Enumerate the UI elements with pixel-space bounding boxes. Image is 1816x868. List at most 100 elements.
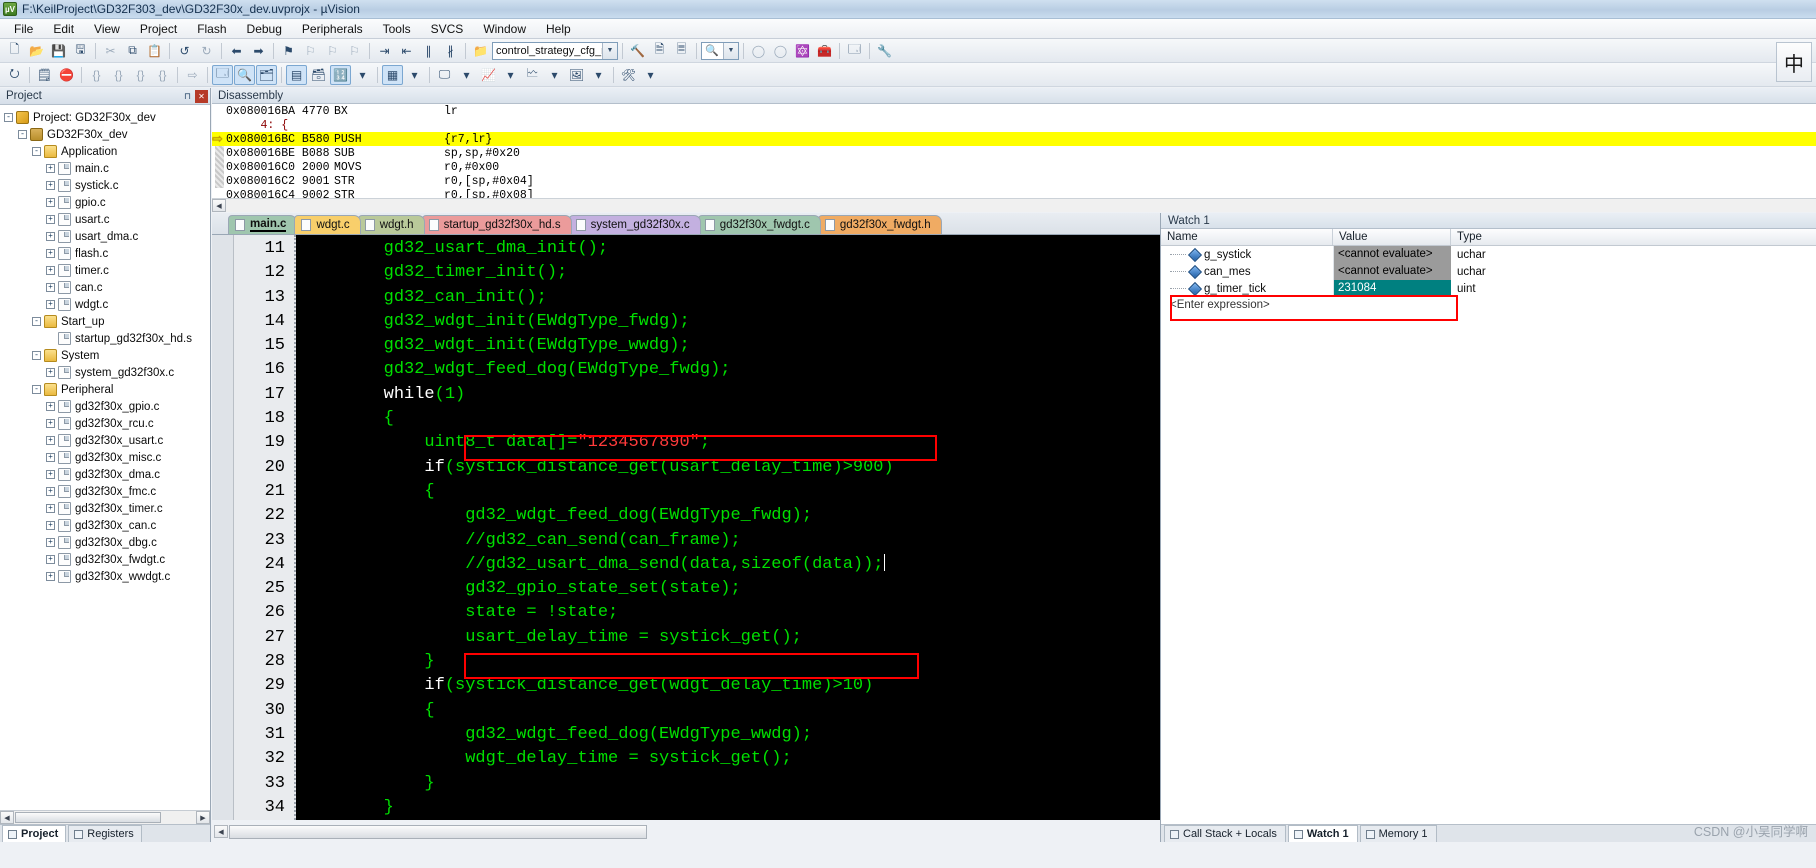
watch-row[interactable]: g_timer_tick 231084 uint [1161, 280, 1816, 297]
tab-watch-1[interactable]: Watch 1 [1287, 825, 1358, 842]
editor-tab-wdgt-c[interactable]: wdgt.c [294, 215, 361, 234]
disassembly-hscrollbar[interactable]: ◀ [212, 198, 1816, 212]
expand-icon[interactable]: + [46, 487, 55, 496]
disassembly-source-line[interactable]: 4: { [212, 118, 1816, 132]
expand-icon[interactable]: + [46, 181, 55, 190]
tree-file-p-fmc[interactable]: + gd32f30x_fmc.c [4, 483, 210, 500]
circle-a-icon[interactable]: ◯ [748, 41, 769, 61]
expand-icon[interactable]: + [46, 402, 55, 411]
brace3-icon[interactable]: {} [130, 65, 151, 85]
editor-tab-wdgt-h[interactable]: wdgt.h [357, 215, 425, 234]
serial-dropdown-icon[interactable]: ▾ [456, 65, 477, 85]
trace-icon[interactable]: 🗠 [522, 65, 543, 85]
tree-file-wdgt-c[interactable]: + wdgt.c [4, 296, 210, 313]
expand-icon[interactable]: + [46, 232, 55, 241]
symbols-icon[interactable]: 🗂 [256, 64, 277, 85]
expand-icon[interactable]: + [46, 555, 55, 564]
disassembly-icon[interactable]: 🔍 [234, 64, 255, 85]
watch-window-icon[interactable]: 🔢 [330, 64, 351, 85]
tab-project[interactable]: Project [2, 825, 67, 842]
tree-file-timer-c[interactable]: + timer.c [4, 262, 210, 279]
outdent-icon[interactable]: ⇤ [396, 41, 417, 61]
circle-b-icon[interactable]: ◯ [770, 41, 791, 61]
menu-window[interactable]: Window [473, 20, 536, 38]
expand-icon[interactable]: + [46, 249, 55, 258]
tree-file-p-rcu[interactable]: + gd32f30x_rcu.c [4, 415, 210, 432]
scroll-left-icon[interactable]: ◀ [0, 811, 14, 824]
tree-file-main-c[interactable]: + main.c [4, 160, 210, 177]
brace1-icon[interactable]: {} [86, 65, 107, 85]
expand-icon[interactable]: + [46, 215, 55, 224]
expand-icon[interactable]: + [46, 504, 55, 513]
brace2-icon[interactable]: {} [108, 65, 129, 85]
tree-project-root[interactable]: - Project: GD32F30x_dev [4, 109, 210, 126]
scroll-right-icon[interactable]: ▶ [196, 811, 210, 824]
registers-icon[interactable]: ▤ [286, 64, 307, 85]
collapse-icon[interactable]: - [18, 130, 27, 139]
project-tree-hscrollbar[interactable]: ◀ ▶ [0, 810, 210, 824]
editor-tab-system-gd32f30x-c[interactable]: system_gd32f30x.c [568, 215, 701, 234]
expand-icon[interactable]: + [46, 300, 55, 309]
disassembly-line[interactable]: 0x080016BC B580 PUSH {r7,lr} ⇨ [212, 132, 1816, 147]
ime-indicator[interactable]: 中 [1776, 42, 1812, 82]
system-dropdown-icon[interactable]: ▾ [588, 65, 609, 85]
expand-icon[interactable]: + [46, 198, 55, 207]
watch-row[interactable]: g_systick <cannot evaluate> uchar [1161, 246, 1816, 263]
redo-icon[interactable]: ↻ [196, 41, 217, 61]
scroll-thumb[interactable] [229, 824, 647, 839]
tree-file-p-misc[interactable]: + gd32f30x_misc.c [4, 449, 210, 466]
collapse-icon[interactable]: - [32, 385, 41, 394]
expand-icon[interactable]: + [46, 283, 55, 292]
trace-dropdown-icon[interactable]: ▾ [544, 65, 565, 85]
menu-edit[interactable]: Edit [43, 20, 84, 38]
tree-target[interactable]: - GD32F30x_dev [4, 126, 210, 143]
expand-icon[interactable]: + [46, 538, 55, 547]
brace4-icon[interactable]: {} [152, 65, 173, 85]
expand-icon[interactable]: + [46, 453, 55, 462]
tree-file-gpio-c[interactable]: + gpio.c [4, 194, 210, 211]
menu-debug[interactable]: Debug [237, 20, 292, 38]
forward-icon[interactable]: ➡ [248, 41, 269, 61]
scroll-thumb[interactable] [15, 812, 161, 823]
column-header-value[interactable]: Value [1333, 229, 1451, 245]
tree-file-p-dbg[interactable]: + gd32f30x_dbg.c [4, 534, 210, 551]
search-box[interactable]: 🔍 ▼ [701, 41, 739, 60]
disassembly-body[interactable]: 0x080016BA 4770 BX lr 4: {0x080016BC B580 P… [212, 104, 1816, 212]
menu-peripherals[interactable]: Peripherals [292, 20, 373, 38]
target-select[interactable]: control_strategy_cfg_m_ ▼ [492, 41, 618, 60]
tree-file-usart-c[interactable]: + usart.c [4, 211, 210, 228]
column-header-type[interactable]: Type [1451, 229, 1811, 245]
reset-icon[interactable]: ⭮ [4, 65, 25, 85]
menu-tools[interactable]: Tools [373, 20, 421, 38]
expand-icon[interactable]: + [46, 572, 55, 581]
disassembly-line[interactable]: 0x080016BE B088 SUB sp,sp,#0x20 [212, 146, 1816, 160]
expand-icon[interactable]: + [46, 436, 55, 445]
manage-icon[interactable]: 🧰 [814, 41, 835, 61]
tab-registers[interactable]: Registers [68, 825, 142, 842]
tree-file-usart-dma-c[interactable]: + usart_dma.c [4, 228, 210, 245]
watch-enter-expression[interactable]: <Enter expression> [1161, 297, 1816, 314]
scroll-left-icon[interactable]: ◀ [212, 199, 226, 212]
search-chevron-icon[interactable]: ▼ [723, 42, 738, 59]
config-icon[interactable]: 🔧 [874, 41, 895, 61]
paste-icon[interactable]: 📋 [144, 41, 165, 61]
pin-icon[interactable]: ⊓ [181, 90, 194, 103]
project-tree[interactable]: - Project: GD32F30x_dev - GD32F30x_dev - Appl… [0, 105, 210, 810]
comment-icon[interactable]: ∥ [418, 41, 439, 61]
cut-icon[interactable]: ✂ [100, 41, 121, 61]
step-icon[interactable]: 🗒 [34, 65, 55, 85]
watch-row-name[interactable]: can_mes [1161, 264, 1333, 279]
column-header-name[interactable]: Name [1161, 229, 1333, 245]
watch-row-name[interactable]: g_systick [1161, 247, 1333, 262]
tree-file-p-can[interactable]: + gd32f30x_can.c [4, 517, 210, 534]
watch-grid[interactable]: Name Value Type g_systick <cannot evaluat… [1161, 229, 1816, 824]
new-file-icon[interactable]: 🗋 [4, 41, 25, 61]
close-icon[interactable]: ✕ [195, 89, 208, 103]
tree-file-system-c[interactable]: + system_gd32f30x.c [4, 364, 210, 381]
tree-group-startup[interactable]: - Start_up [4, 313, 210, 330]
editor-tab-gd32f30x-fwdgt-c[interactable]: gd32f30x_fwdgt.c [697, 215, 821, 234]
breakpoint-column[interactable] [212, 235, 234, 820]
serial-window-icon[interactable]: 🖵 [434, 65, 455, 85]
bookmark-next-icon[interactable]: ⚐ [300, 41, 321, 61]
watch-row-name[interactable]: g_timer_tick [1161, 281, 1333, 296]
